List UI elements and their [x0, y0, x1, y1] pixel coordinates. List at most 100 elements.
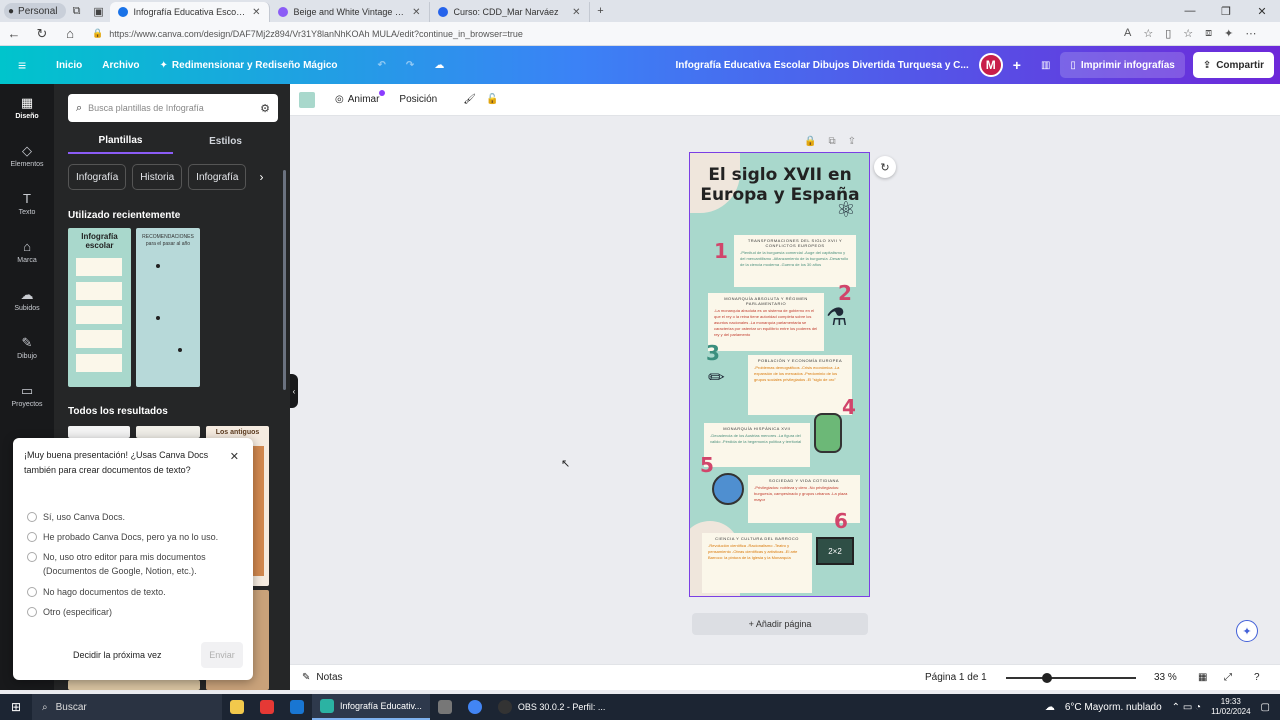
minimize-icon[interactable]: — [1172, 5, 1208, 18]
clock[interactable]: 19:33 11/02/2024 [1211, 697, 1250, 717]
tab-styles[interactable]: Estilos [173, 128, 278, 154]
split-screen-icon[interactable]: ▯ [1165, 27, 1171, 40]
print-button[interactable]: ▯ Imprimir infografías [1060, 52, 1185, 78]
position-button[interactable]: Posición [399, 94, 437, 105]
rail-text[interactable]: T Texto [0, 180, 54, 228]
refresh-icon[interactable]: ↻ [874, 156, 896, 178]
gmail-icon[interactable] [252, 694, 282, 720]
background-color-swatch[interactable] [299, 91, 315, 108]
survey-option[interactable]: No hago documentos de texto. [27, 585, 241, 599]
rail-projects[interactable]: ▭ Proyectos [0, 372, 54, 420]
magic-assistant-icon[interactable]: ✦ [1236, 620, 1258, 642]
tray-icons[interactable]: ⌃ ▭ ◔ [1172, 702, 1201, 713]
chrome-icon[interactable] [460, 694, 490, 720]
collapse-panel-icon[interactable]: ‹ [290, 374, 298, 408]
file-menu[interactable]: Archivo [92, 60, 149, 71]
taskbar-obs[interactable]: OBS 30.0.2 - Perfil: ... [490, 694, 614, 720]
notification-icon[interactable]: ▢ [1261, 702, 1270, 713]
tab-actions-icon[interactable]: ▣ [88, 0, 110, 22]
send-button[interactable]: Enviar [201, 642, 243, 668]
profile-button[interactable]: ● Personal [4, 3, 66, 19]
insights-chart-icon[interactable]: ▥ [1031, 60, 1060, 71]
undo-icon[interactable]: ↶ [368, 60, 396, 71]
browser-tab-beige[interactable]: Beige and White Vintage Histori... ✕ [270, 2, 430, 22]
close-icon[interactable]: ✕ [230, 450, 239, 463]
notes-button[interactable]: ✎ Notas [302, 672, 343, 683]
lock-icon[interactable]: 🔓 [486, 94, 498, 105]
zoom-slider[interactable] [1006, 677, 1136, 679]
extensions-icon[interactable]: ✦ [1224, 27, 1233, 40]
maximize-icon[interactable]: ❐ [1208, 5, 1244, 18]
chip-infografia-2[interactable]: Infografía [188, 164, 247, 190]
help-icon[interactable]: ? [1254, 672, 1260, 683]
read-aloud-icon[interactable]: A [1124, 27, 1131, 40]
template-thumbnail[interactable]: Infografía escolar [68, 228, 131, 387]
survey-option[interactable]: Sí, uso Canva Docs. [27, 510, 241, 524]
rail-elements[interactable]: ◇ Elementos [0, 132, 54, 180]
radio-button[interactable] [27, 532, 37, 542]
new-tab-icon[interactable]: + [590, 0, 612, 22]
file-explorer-icon[interactable] [222, 694, 252, 720]
document-title[interactable]: Infografía Educativa Escolar Dibujos Div… [666, 60, 979, 71]
lock-icon[interactable]: 🔒 [804, 136, 816, 147]
grid-view-icon[interactable]: ▦ [1198, 672, 1207, 683]
radio-button[interactable] [27, 587, 37, 597]
chip-historia[interactable]: Historia [132, 164, 183, 190]
browser-tab-curso[interactable]: Curso: CDD_Mar Narváez ✕ [430, 2, 590, 22]
menu-icon[interactable]: ≡ [0, 57, 36, 73]
radio-button[interactable] [27, 607, 37, 617]
panel-scrollbar[interactable] [283, 170, 286, 390]
favorite-star-icon[interactable]: ☆ [1143, 27, 1153, 40]
share-button[interactable]: ⇪ Compartir [1192, 52, 1274, 78]
result-thumbnail[interactable] [68, 680, 200, 690]
chip-infografia[interactable]: Infografía [68, 164, 127, 190]
animate-button[interactable]: ◎ Animar [335, 90, 386, 105]
duplicate-icon[interactable]: ⧉ [828, 136, 835, 147]
radio-button[interactable] [27, 512, 37, 522]
chevron-right-icon[interactable]: › [252, 164, 270, 190]
survey-option[interactable]: He probado Canva Docs, pero ya no lo uso… [27, 530, 241, 544]
result-thumbnail[interactable] [136, 426, 200, 438]
rail-brand[interactable]: ⌂ Marca [0, 228, 54, 276]
taskbar-app[interactable] [430, 694, 460, 720]
survey-option[interactable]: Otro (especificar) [27, 605, 241, 619]
add-collaborator-icon[interactable]: + [1003, 57, 1031, 73]
workspaces-icon[interactable]: ⧉ [66, 0, 88, 22]
rail-uploads[interactable]: ☁ Subidos [0, 276, 54, 324]
collections-icon[interactable]: ⧈ [1205, 27, 1212, 40]
add-page-icon[interactable]: ⇪ [848, 136, 856, 147]
home-link[interactable]: Inicio [46, 60, 92, 71]
survey-option[interactable]: No, uso otro editor para mis documentos … [27, 550, 241, 578]
weather-text[interactable]: 6°C Mayorm. nublado [1065, 702, 1162, 713]
decide-later-button[interactable]: Decidir la próxima vez [69, 642, 166, 668]
close-window-icon[interactable]: ✕ [1244, 5, 1280, 18]
taskbar-edge[interactable]: Infografía Educativ... [312, 694, 430, 720]
browser-tab-canva[interactable]: Infografía Educativa Escolar Dibuj... ✕ [109, 2, 270, 22]
rail-draw[interactable]: ✎ Dibujo [0, 324, 54, 372]
close-icon[interactable]: ✕ [572, 7, 580, 18]
back-icon[interactable]: ← [0, 26, 28, 41]
favorites-icon[interactable]: ☆ [1183, 27, 1193, 40]
mail-icon[interactable] [282, 694, 312, 720]
close-icon[interactable]: ✕ [412, 7, 420, 18]
home-icon[interactable]: ⌂ [56, 26, 84, 41]
filter-icon[interactable]: ⚙ [260, 102, 270, 115]
close-icon[interactable]: ✕ [252, 7, 260, 18]
result-thumbnail[interactable] [68, 426, 130, 438]
template-search-input[interactable]: ⌕ Busca plantillas de Infografía ⚙ [68, 94, 278, 122]
design-canvas[interactable]: ‹ 🔒 ⧉ ⇪ ↻ El siglo XVII en Europa y Espa… [290, 116, 1280, 660]
add-page-button[interactable]: + Añadir página [692, 613, 868, 635]
page-indicator[interactable]: Página 1 de 1 [925, 672, 987, 683]
paint-format-icon[interactable]: 🖌 [463, 94, 476, 105]
url-field[interactable]: 🔒 https://www.canva.com/design/DAF7Mj2z8… [88, 24, 1118, 43]
more-icon[interactable]: ⋯ [1245, 27, 1256, 40]
taskbar-search[interactable]: ⌕ Buscar [32, 694, 222, 720]
infographic-page[interactable]: El siglo XVII en Europa y España ⚛ 1 TRA… [689, 152, 870, 597]
zoom-level[interactable]: 33 % [1154, 672, 1177, 683]
template-thumbnail[interactable]: RECOMENDACIONES para el pasar al año [136, 228, 200, 387]
radio-button[interactable] [27, 552, 37, 562]
zoom-slider-knob[interactable] [1042, 673, 1052, 683]
redo-icon[interactable]: ↷ [396, 60, 424, 71]
cloud-saved-icon[interactable]: ☁ [424, 60, 454, 71]
reload-icon[interactable]: ↻ [28, 26, 56, 42]
